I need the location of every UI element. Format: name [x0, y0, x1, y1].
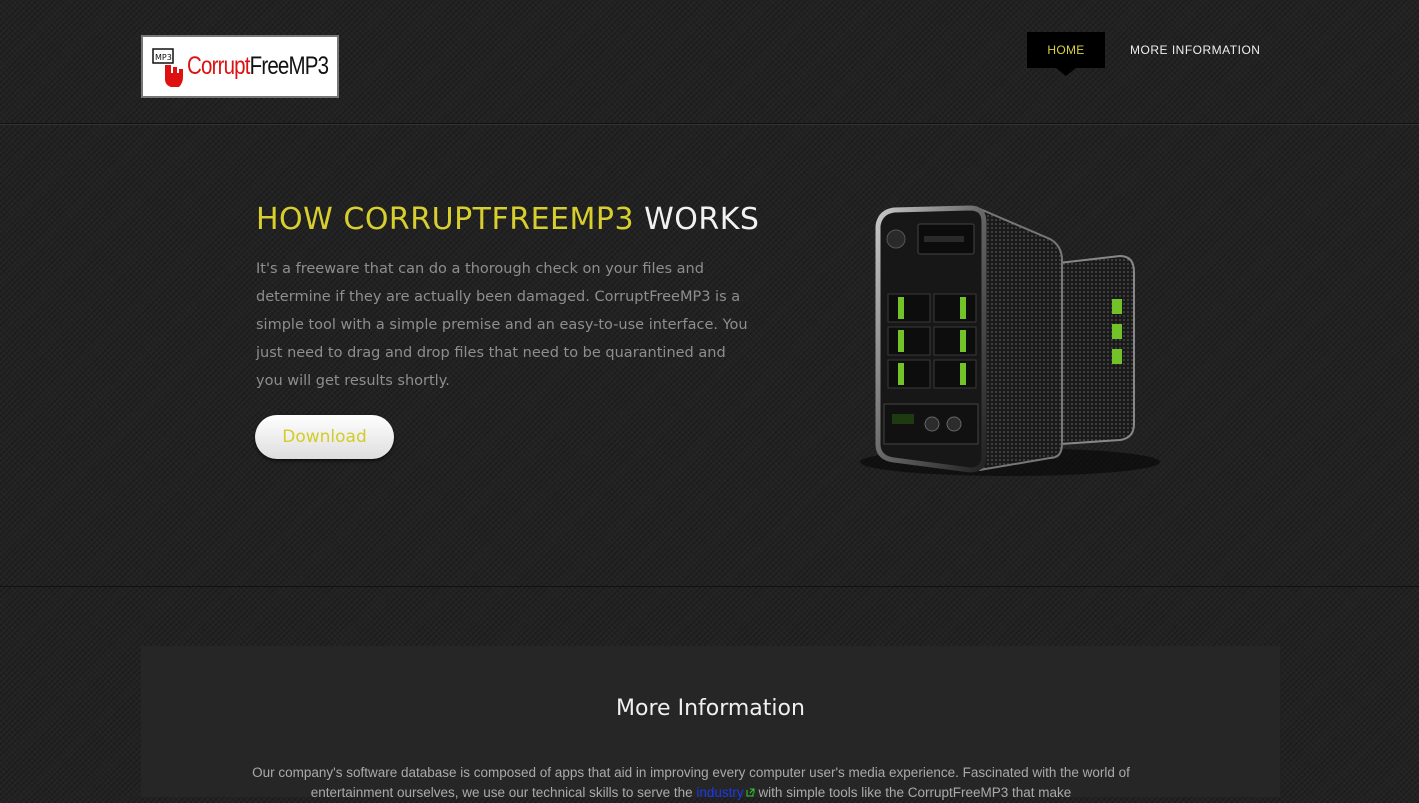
logo-text-black: FreeMP3: [249, 52, 329, 80]
nav-home-label: HOME: [1047, 43, 1085, 57]
nav-home-link[interactable]: HOME: [1027, 32, 1105, 76]
logo-text: CorruptFreeMP3: [187, 52, 329, 81]
hero-description: It's a freeware that can do a thorough c…: [256, 261, 748, 389]
server-image: [850, 194, 1160, 504]
hero-title-highlight: HOW CORRUPTFREEMP3: [256, 202, 635, 237]
industry-link[interactable]: industry: [696, 785, 743, 800]
active-pointer: [1056, 68, 1076, 76]
main-nav: HOME MORE INFORMATION: [1027, 32, 1260, 76]
hero-section: HOW CORRUPTFREEMP3 WORKS It's a freeware…: [0, 124, 1419, 587]
more-information-panel: More Information Our company's software …: [141, 646, 1280, 800]
external-link-icon: [746, 783, 755, 797]
site-header: MP3 CorruptFreeMP3 HOME MORE INFORMATION: [0, 0, 1419, 124]
hero-title-rest: WORKS: [644, 202, 760, 237]
more-information-title: More Information: [616, 696, 805, 721]
mp3-mark-text: MP3: [155, 53, 172, 62]
more-information-text: Our company's software database is compo…: [241, 763, 1141, 803]
nav-more-information-link[interactable]: MORE INFORMATION: [1130, 32, 1260, 68]
info-text-after: with simple tools like the CorruptFreeMP…: [758, 785, 1072, 800]
download-button[interactable]: Download: [255, 415, 394, 459]
hero-title: HOW CORRUPTFREEMP3 WORKS: [256, 202, 759, 237]
logo[interactable]: MP3 CorruptFreeMP3: [141, 35, 339, 98]
mp3-hand-icon: MP3: [151, 43, 185, 91]
logo-text-red: Corrupt: [187, 52, 250, 80]
